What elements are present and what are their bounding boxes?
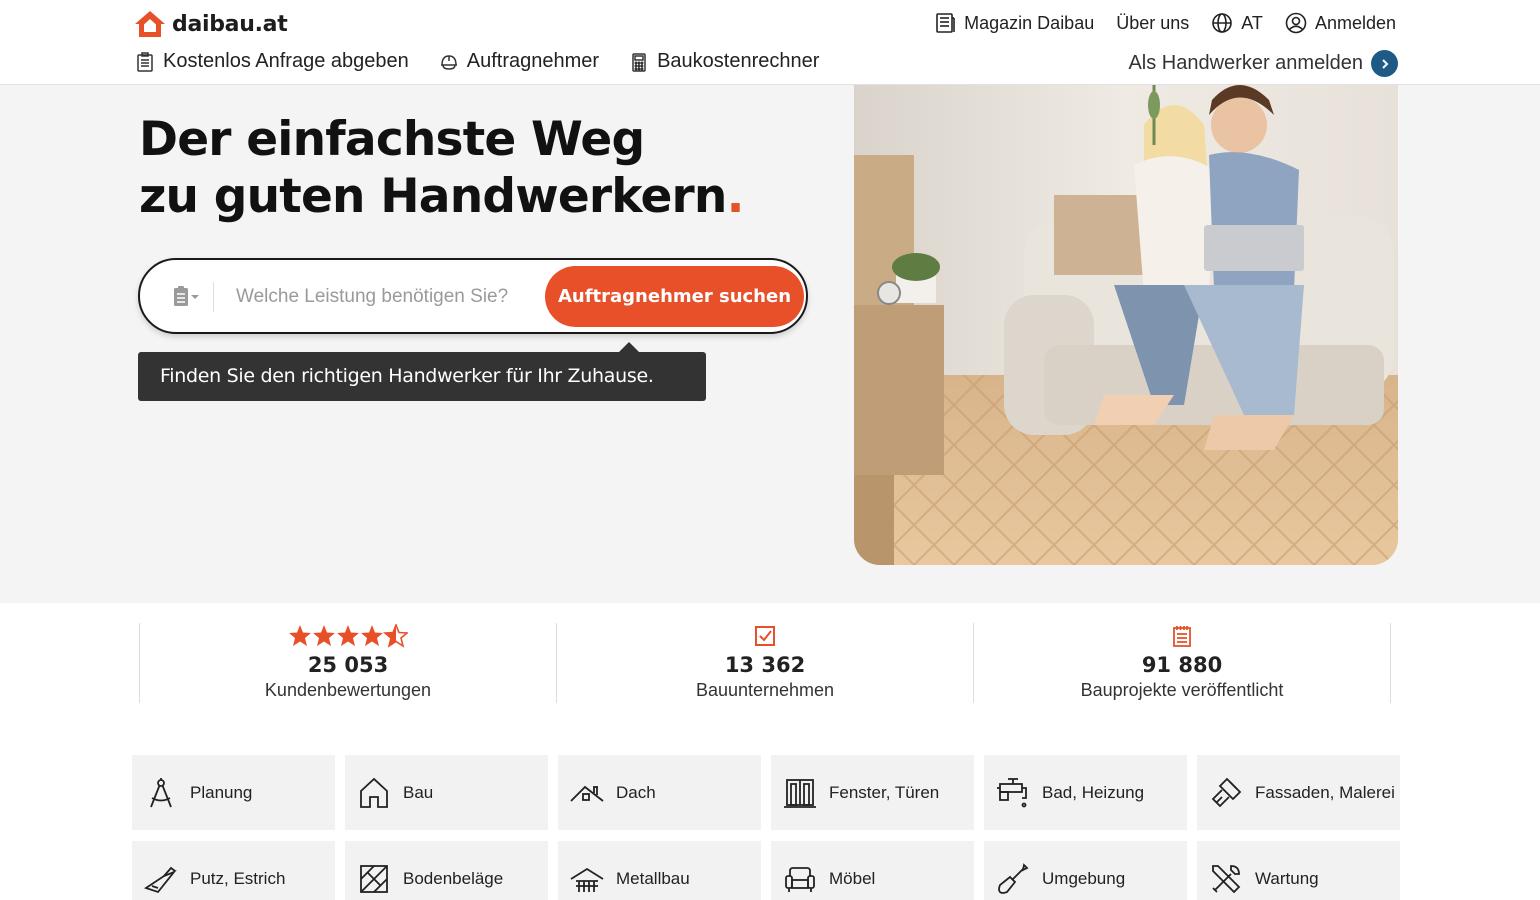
category-label: Fassaden, Malerei xyxy=(1255,782,1395,802)
stats-bar: 25 053 Kundenbewertungen 13 362 Bauunter… xyxy=(139,623,1391,703)
contractor-login-link[interactable]: Als Handwerker anmelden xyxy=(1128,50,1398,77)
top-links: Magazin Daibau Über uns AT Anmelden xyxy=(934,12,1396,34)
category-label: Bau xyxy=(403,782,434,802)
category-planung[interactable]: Planung xyxy=(132,755,335,830)
user-icon xyxy=(1285,12,1307,34)
nav-item-calculator-label: Baukostenrechner xyxy=(657,50,820,72)
clipboard-icon xyxy=(137,51,153,72)
nav-item-calculator[interactable]: Baukostenrechner xyxy=(629,50,819,73)
stat-companies: 13 362 Bauunternehmen xyxy=(557,623,974,703)
stat-companies-value: 13 362 xyxy=(724,653,806,677)
category-label: Putz, Estrich xyxy=(190,868,286,888)
calculator-icon xyxy=(632,52,646,72)
magazine-link[interactable]: Magazin Daibau xyxy=(934,12,1094,34)
window-icon xyxy=(784,778,816,808)
category-label: Metallbau xyxy=(616,868,690,888)
stat-projects-value: 91 880 xyxy=(1141,653,1223,677)
checkbox-icon xyxy=(753,623,777,649)
main-nav: Kostenlos Anfrage abgeben Auftragnehmer … xyxy=(135,50,819,73)
category-grid: Planung Bau Dach Fenster, Türen Bad, Hei… xyxy=(132,755,1400,900)
category-label: Planung xyxy=(190,782,253,802)
stat-projects-label: Bauprojekte veröffentlicht xyxy=(1080,680,1284,700)
login-link-label: Anmelden xyxy=(1314,12,1396,33)
roof-icon xyxy=(570,785,604,802)
hardhat-icon xyxy=(440,54,457,70)
metal-roof-icon xyxy=(570,867,604,892)
nav-item-request[interactable]: Kostenlos Anfrage abgeben xyxy=(135,50,409,73)
category-putz-estrich[interactable]: Putz, Estrich xyxy=(132,841,335,900)
hero-title-line1: Der einfachste Weg xyxy=(139,112,645,167)
nav-item-contractors-label: Auftragnehmer xyxy=(466,50,600,72)
newspaper-icon xyxy=(936,13,955,33)
category-dropdown[interactable] xyxy=(170,282,214,312)
trowel-icon xyxy=(144,866,177,893)
globe-icon xyxy=(1212,13,1233,33)
stat-reviews-label: Kundenbewertungen xyxy=(264,680,432,700)
shovel-icon xyxy=(998,862,1029,894)
stat-companies-label: Bauunternehmen xyxy=(695,680,835,700)
nav-item-contractors[interactable]: Auftragnehmer xyxy=(439,50,599,73)
hero-photo-illustration xyxy=(854,85,1398,565)
clipboard-dropdown-icon xyxy=(174,286,199,306)
magazine-link-label: Magazin Daibau xyxy=(964,12,1095,33)
search-contractors-button[interactable]: Auftragnehmer suchen xyxy=(545,266,804,327)
paint-roller-icon xyxy=(1211,777,1242,807)
category-fenster-tueren[interactable]: Fenster, Türen xyxy=(771,755,974,830)
site-header: daibau.at Magazin Daibau Über uns AT Anm… xyxy=(0,0,1540,85)
hero-section: Der einfachste Weg zu guten Handwerkern.… xyxy=(0,85,1540,603)
logo-text: daibau.at xyxy=(172,11,288,37)
logo-house-icon xyxy=(135,11,165,37)
category-wartung[interactable]: Wartung xyxy=(1197,841,1400,900)
category-label: Möbel xyxy=(829,868,876,888)
faucet-icon xyxy=(997,777,1027,807)
hero-photo xyxy=(854,85,1398,565)
language-label: AT xyxy=(1241,12,1263,33)
about-link[interactable]: Über uns xyxy=(1116,13,1189,34)
category-label: Dach xyxy=(616,782,656,802)
sofa-icon xyxy=(785,866,815,892)
hero-title-dot: . xyxy=(726,169,745,224)
category-umgebung[interactable]: Umgebung xyxy=(984,841,1187,900)
hero-title-line2: zu guten Handwerkern xyxy=(139,169,727,224)
service-search-bar: Auftragnehmer suchen xyxy=(138,258,808,334)
nav-item-request-label: Kostenlos Anfrage abgeben xyxy=(163,50,409,72)
category-label: Bad, Heizung xyxy=(1042,782,1145,802)
category-bodenbelaege[interactable]: Bodenbeläge xyxy=(345,841,548,900)
stat-reviews: 25 053 Kundenbewertungen xyxy=(140,623,557,703)
category-bad-heizung[interactable]: Bad, Heizung xyxy=(984,755,1187,830)
service-search-input[interactable] xyxy=(236,278,536,316)
category-label: Wartung xyxy=(1255,868,1319,888)
category-moebel[interactable]: Möbel xyxy=(771,841,974,900)
category-fassaden-malerei[interactable]: Fassaden, Malerei xyxy=(1197,755,1400,830)
hero-title: Der einfachste Weg zu guten Handwerkern. xyxy=(139,111,744,225)
stat-projects: 91 880 Bauprojekte veröffentlicht xyxy=(974,623,1391,703)
notepad-icon xyxy=(1170,623,1194,649)
logo[interactable]: daibau.at xyxy=(134,10,288,38)
contractor-login-label: Als Handwerker anmelden xyxy=(1128,52,1363,74)
login-link[interactable]: Anmelden xyxy=(1285,12,1396,34)
house-icon xyxy=(360,777,388,808)
about-link-label: Über uns xyxy=(1116,12,1190,33)
category-label: Umgebung xyxy=(1042,868,1126,888)
tools-icon xyxy=(1212,864,1241,893)
star-rating-icon xyxy=(288,623,408,649)
category-label: Fenster, Türen xyxy=(829,782,940,802)
category-metallbau[interactable]: Metallbau xyxy=(558,841,761,900)
chevron-right-icon xyxy=(1371,50,1398,77)
category-dach[interactable]: Dach xyxy=(558,755,761,830)
search-tooltip: Finden Sie den richtigen Handwerker für … xyxy=(138,342,706,401)
compass-icon xyxy=(150,777,172,807)
category-label: Bodenbeläge xyxy=(403,868,504,888)
floor-tiles-icon xyxy=(360,864,388,893)
category-bau[interactable]: Bau xyxy=(345,755,548,830)
language-selector[interactable]: AT xyxy=(1211,12,1263,34)
stat-reviews-value: 25 053 xyxy=(307,653,389,677)
